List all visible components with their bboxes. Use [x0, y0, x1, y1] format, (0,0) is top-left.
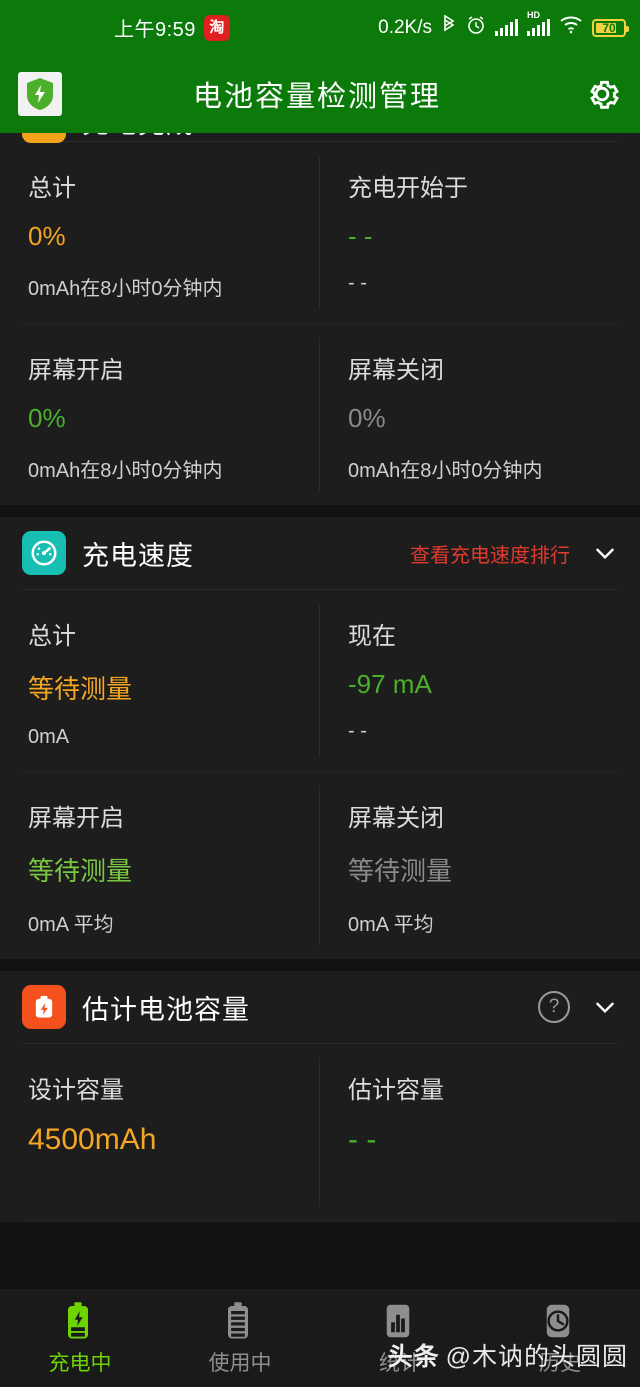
clock-icon	[543, 1301, 577, 1341]
chevron-down-icon[interactable]	[592, 133, 618, 134]
stat-value: - -	[348, 221, 373, 251]
stat-sub: 0mA	[28, 726, 70, 748]
stat-value: 4500mAh	[28, 1123, 157, 1156]
card-title: 充电完成	[82, 133, 194, 141]
stat-cell: 屏幕关闭 0% 0mAh在8小时0分钟内	[320, 324, 640, 505]
stat-label: 总计	[28, 623, 76, 650]
stat-label: 充电开始于	[348, 175, 468, 202]
stat-value: 等待测量	[28, 856, 133, 886]
watermark-handle: @木讷的头圆圆	[445, 1343, 628, 1371]
status-bar-left: 上午9:59 淘	[114, 13, 230, 42]
wifi-icon	[559, 15, 583, 40]
stat-value: 0%	[348, 403, 386, 433]
stat-value: 等待测量	[28, 674, 133, 704]
stat-sub: - -	[348, 720, 367, 742]
nav-label: 充电中	[48, 1352, 112, 1375]
bar-chart-icon	[383, 1301, 417, 1341]
stat-label: 现在	[348, 623, 396, 650]
stat-row: 屏幕开启 等待测量 0mA 平均 屏幕关闭 等待测量 0mA 平均	[0, 772, 640, 959]
watermark: 头条 @木讷的头圆圆	[388, 1337, 628, 1373]
stat-row: 设计容量 4500mAh 估计容量 - -	[0, 1044, 640, 1221]
app-bar: 电池容量检测管理	[0, 55, 640, 133]
page-title: 电池容量检测管理	[192, 81, 441, 113]
stat-cell: 屏幕开启 等待测量 0mA 平均	[0, 772, 320, 959]
stat-row: 屏幕开启 0% 0mAh在8小时0分钟内 屏幕关闭 0% 0mAh在8小时0分钟…	[0, 324, 640, 505]
stat-cell: 估计容量 - -	[320, 1044, 640, 1221]
stat-row: 总计 等待测量 0mA 现在 -97 mA - -	[0, 590, 640, 771]
stat-label: 屏幕开启	[28, 357, 124, 384]
card-title: 充电速度	[82, 540, 194, 571]
status-bar-right: 0.2K/s HD 70	[378, 10, 629, 41]
chevron-down-icon[interactable]	[592, 994, 618, 1020]
card-header-estimated-capacity[interactable]: 估计电池容量 ?	[0, 971, 640, 1043]
stat-sub: - -	[348, 272, 367, 294]
nav-label: 使用中	[208, 1352, 272, 1375]
battery-bolt-icon	[22, 985, 66, 1029]
stat-cell: 设计容量 4500mAh	[0, 1044, 320, 1221]
battery-level-label: 70	[602, 20, 616, 35]
chevron-down-icon[interactable]	[592, 540, 618, 566]
stat-value: - -	[348, 1123, 377, 1156]
stat-cell: 屏幕开启 0% 0mAh在8小时0分钟内	[0, 324, 320, 505]
stat-cell: 总计 0% 0mAh在8小时0分钟内	[0, 142, 320, 323]
view-charge-speed-ranking-link[interactable]: 查看充电速度排行	[410, 539, 570, 568]
stat-cell: 总计 等待测量 0mA	[0, 590, 320, 771]
battery-icon	[223, 1301, 257, 1341]
help-icon[interactable]: ?	[538, 991, 570, 1023]
card-header-charge-speed[interactable]: 充电速度 查看充电速度排行	[0, 517, 640, 589]
hd-signal-icon: HD	[527, 10, 550, 36]
stat-sub: 0mAh在8小时0分钟内	[28, 278, 223, 300]
gear-icon[interactable]	[582, 74, 622, 114]
scroll-content[interactable]: 充电完成 总计 0% 0mAh在8小时0分钟内 充电开始于 - - - -	[0, 133, 640, 1387]
card-charge-speed: 充电速度 查看充电速度排行 总计 等待测量 0mA 现在 -97 mA - -	[0, 517, 640, 959]
stat-label: 屏幕关闭	[348, 805, 444, 832]
network-speed: 0.2K/s	[378, 16, 432, 38]
stat-value: -97 mA	[348, 669, 432, 699]
stat-sub: 0mA 平均	[28, 914, 114, 936]
stat-label: 设计容量	[28, 1077, 124, 1104]
hd-label: HD	[527, 10, 540, 20]
watermark-brand: 头条	[387, 1343, 440, 1371]
stat-label: 屏幕开启	[28, 805, 124, 832]
card-charge-complete: 充电完成 总计 0% 0mAh在8小时0分钟内 充电开始于 - - - -	[0, 133, 640, 505]
stat-value: 0%	[28, 221, 66, 251]
nav-item-in-use[interactable]: 使用中	[160, 1301, 320, 1377]
stat-row: 总计 0% 0mAh在8小时0分钟内 充电开始于 - - - -	[0, 142, 640, 323]
battery-status-icon: 70	[592, 18, 629, 37]
stat-cell: 屏幕关闭 等待测量 0mA 平均	[320, 772, 640, 959]
signal-bars-icon	[495, 19, 518, 36]
stat-value: 0%	[28, 403, 66, 433]
status-bar: 上午9:59 淘 0.2K/s HD 70	[0, 0, 640, 55]
stat-cell: 充电开始于 - - - -	[320, 142, 640, 323]
stat-label: 估计容量	[348, 1077, 444, 1104]
status-time: 上午9:59	[114, 19, 196, 41]
stat-sub: 0mAh在8小时0分钟内	[28, 460, 223, 482]
stat-cell: 现在 -97 mA - -	[320, 590, 640, 771]
card-estimated-capacity: 估计电池容量 ? 设计容量 4500mAh 估计容量 - -	[0, 971, 640, 1222]
nav-item-charging[interactable]: 充电中	[0, 1301, 160, 1377]
stat-label: 总计	[28, 175, 76, 202]
divider	[22, 1221, 618, 1222]
card-header-charge-complete[interactable]: 充电完成	[0, 133, 640, 143]
bluetooth-icon	[441, 14, 457, 41]
speedometer-icon	[22, 531, 66, 575]
stat-value: 等待测量	[348, 856, 453, 886]
stat-sub: 0mAh在8小时0分钟内	[348, 460, 543, 482]
stat-label: 屏幕关闭	[348, 357, 444, 384]
taobao-icon: 淘	[203, 14, 230, 41]
battery-charging-icon	[63, 1301, 97, 1341]
card-title: 估计电池容量	[82, 994, 250, 1025]
stat-sub: 0mA 平均	[348, 914, 434, 936]
alarm-icon	[466, 15, 486, 41]
